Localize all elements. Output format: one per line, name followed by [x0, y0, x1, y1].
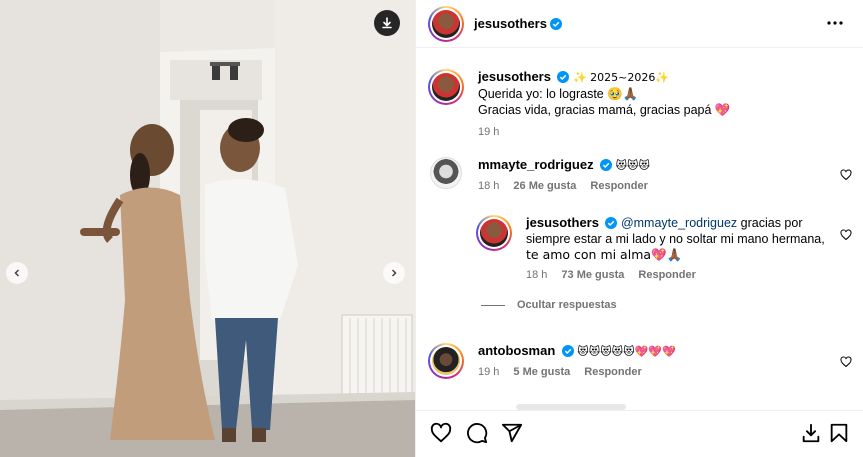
- comments-list[interactable]: jesusothers ✨ 2025~2026✨ Querida yo: lo …: [416, 49, 863, 410]
- commenter-avatar-ring[interactable]: [428, 343, 464, 379]
- author-avatar-ring[interactable]: [428, 5, 464, 42]
- comment-timestamp: 19 h: [478, 366, 500, 378]
- reply-avatar: [480, 219, 508, 247]
- caption-line-2: Querida yo: lo lograste 🥹🙏🏾: [478, 87, 639, 101]
- send-icon[interactable]: [501, 422, 523, 444]
- author-username[interactable]: jesusothers: [474, 16, 547, 31]
- reply-button[interactable]: Responder: [590, 180, 647, 192]
- post-header: jesusothers: [416, 0, 863, 48]
- reply-text-line-2: siempre estar a mi lado y no soltar mi m…: [526, 232, 825, 246]
- reply-button[interactable]: Responder: [584, 366, 641, 378]
- bookmark-icon[interactable]: [828, 422, 850, 444]
- comment-text: 😻😻😻: [615, 159, 650, 172]
- download-icon: [382, 17, 392, 29]
- chevron-left-icon: [14, 269, 20, 277]
- verified-badge-icon: [557, 71, 570, 83]
- reply-username[interactable]: jesusothers: [526, 215, 599, 230]
- comment-item: mmayte_rodriguez 😻😻😻 18 h 26 Me gusta Re…: [428, 157, 848, 192]
- reply-text-line-3: te amo con mi alma💖🙏🏾: [526, 247, 683, 262]
- comment-text: 😻😻😻😻😻💖💖💖: [577, 345, 676, 358]
- comment-item: antobosman 😻😻😻😻😻💖💖💖 19 h 5 Me gusta Resp…: [428, 343, 848, 379]
- reply-mention-link[interactable]: @mmayte_rodriguez: [621, 216, 737, 230]
- author-avatar: [432, 9, 460, 38]
- reply-button[interactable]: Responder: [638, 269, 695, 281]
- verified-badge-icon: [549, 17, 562, 30]
- caption-line-1: ✨ 2025~2026✨: [572, 71, 670, 84]
- comment-username[interactable]: antobosman: [478, 343, 555, 358]
- reply-like-heart-icon[interactable]: [840, 229, 852, 241]
- post-details-panel: jesusothers jesusothers ✨ 2025~2026✨ Que…: [415, 0, 863, 457]
- comment-like-heart-icon[interactable]: [840, 356, 852, 368]
- next-photo-button[interactable]: [383, 262, 405, 284]
- caption-avatar: [432, 73, 460, 101]
- verified-badge-icon: [605, 217, 618, 229]
- commenter-avatar[interactable]: [430, 157, 462, 189]
- reply-item: jesusothers @mmayte_rodriguez gracias po…: [476, 215, 846, 281]
- reply-avatar-ring[interactable]: [476, 215, 512, 251]
- caption-username[interactable]: jesusothers: [478, 69, 551, 84]
- reply-likes[interactable]: 73 Me gusta: [561, 269, 624, 281]
- previous-photo-button[interactable]: [6, 262, 28, 284]
- comment-icon[interactable]: [466, 422, 488, 444]
- heart-icon[interactable]: [430, 422, 452, 444]
- comment-likes[interactable]: 5 Me gusta: [513, 366, 570, 378]
- divider-line: [481, 304, 505, 306]
- post-photo: [0, 0, 415, 457]
- caption-item: jesusothers ✨ 2025~2026✨ Querida yo: lo …: [428, 69, 730, 138]
- download-button[interactable]: [374, 10, 400, 36]
- comment-username[interactable]: mmayte_rodriguez: [478, 157, 594, 172]
- comment-like-heart-icon[interactable]: [840, 169, 852, 181]
- caption-timestamp: 19 h: [478, 126, 500, 138]
- more-horizontal-icon[interactable]: [826, 14, 844, 32]
- download-to-device-icon[interactable]: [800, 422, 822, 444]
- chevron-right-icon: [391, 269, 397, 277]
- caption-avatar-ring[interactable]: [428, 69, 464, 105]
- post-action-bar: [416, 410, 863, 457]
- hide-replies-button[interactable]: Ocultar respuestas: [481, 299, 617, 311]
- verified-badge-icon: [600, 159, 613, 171]
- caption-line-3: Gracias vida, gracias mamá, gracias papá…: [478, 103, 731, 117]
- hide-replies-label: Ocultar respuestas: [517, 299, 617, 311]
- verified-badge-icon: [561, 345, 574, 357]
- reply-timestamp: 18 h: [526, 269, 548, 281]
- instagram-post-view: jesusothers jesusothers ✨ 2025~2026✨ Que…: [0, 0, 863, 457]
- photo-scene: [0, 0, 415, 457]
- comment-timestamp: 18 h: [478, 180, 500, 192]
- commenter-avatar: [432, 347, 460, 375]
- comment-likes[interactable]: 26 Me gusta: [513, 180, 576, 192]
- reply-text-line-1: gracias por: [737, 216, 803, 230]
